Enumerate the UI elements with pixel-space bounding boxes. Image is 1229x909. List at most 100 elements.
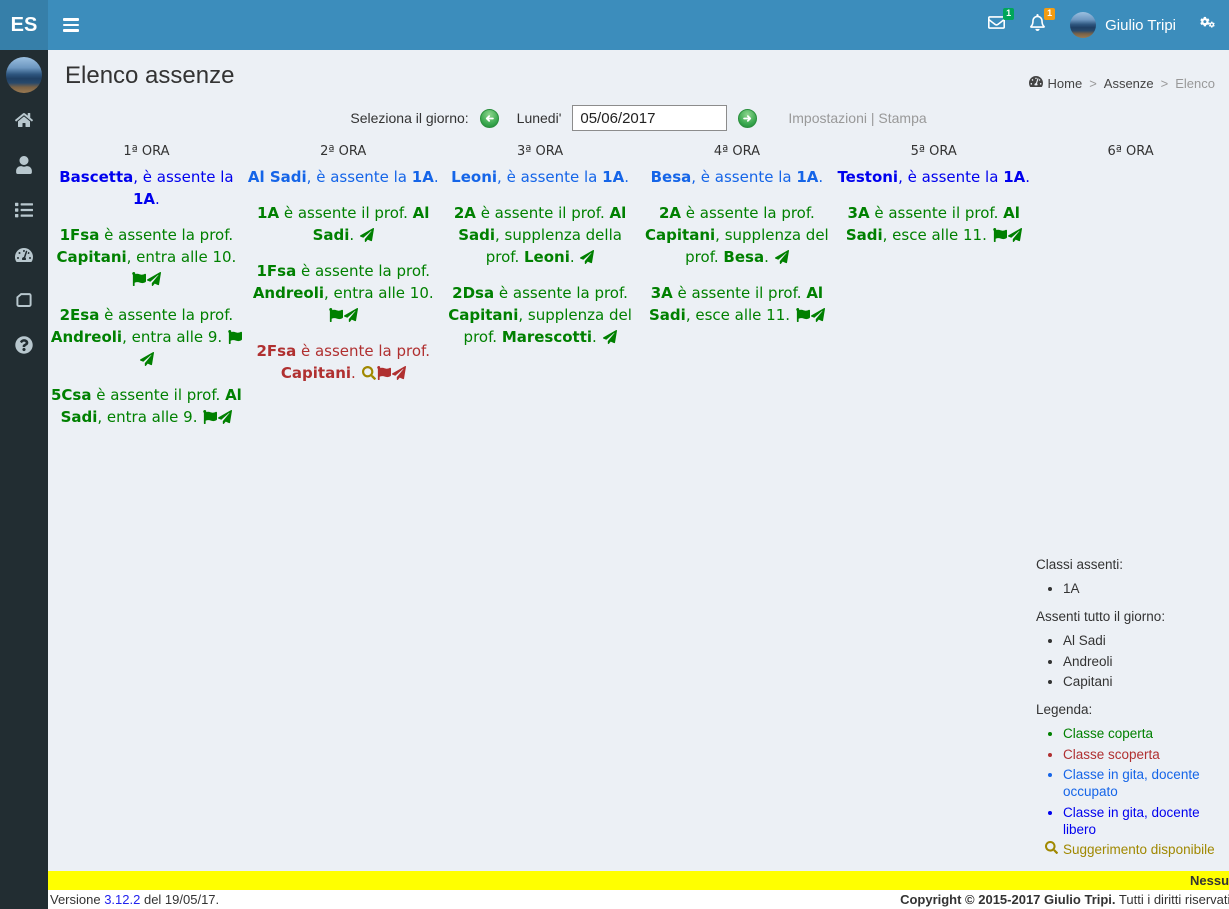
hour-title: 5ª ORA — [837, 144, 1030, 159]
hour-title: 2ª ORA — [247, 144, 440, 159]
absence-entry: 2Dsa è assente la prof. Capitani, supple… — [444, 282, 637, 348]
content-area: Elenco assenze Home > Assenze > Elenco S… — [48, 50, 1229, 871]
search-icon[interactable] — [361, 364, 376, 382]
flag-icon[interactable] — [227, 328, 242, 346]
absence-entry: Bascetta, è assente la 1A. — [50, 166, 243, 210]
version-info: Versione 3.12.2 del 19/05/17. — [50, 892, 219, 907]
day-toolbar: Seleziona il giorno: Lunedi' Impostazion… — [48, 105, 1229, 131]
breadcrumb: Home > Assenze > Elenco — [1029, 75, 1216, 91]
print-link[interactable]: Stampa — [878, 110, 926, 126]
version-suffix: del 19/05/17. — [140, 892, 219, 907]
user-menu[interactable]: Giulio Tripi — [1058, 0, 1188, 50]
toolbar-links: Impostazioni | Stampa — [788, 110, 926, 126]
select-day-label: Seleziona il giorno: — [350, 110, 468, 126]
ticker-text: Nessun — [1190, 873, 1229, 888]
flag-icon[interactable] — [376, 364, 391, 382]
sidebar-toggle-icon[interactable] — [63, 15, 79, 35]
absent-classes-list: 1A — [1036, 580, 1229, 597]
previous-day-button[interactable] — [480, 109, 499, 128]
plane-icon[interactable] — [810, 306, 825, 324]
summary-panel: Classi assenti: 1A Assenti tutto il gior… — [1036, 547, 1229, 858]
absence-entry: 3A è assente il prof. Al Sadi, esce alle… — [640, 282, 833, 326]
absence-entry: 2A è assente il prof. Al Sadi, supplenza… — [444, 202, 637, 268]
legend-title: Legenda: — [1036, 701, 1229, 718]
absent-class-item: 1A — [1063, 580, 1229, 597]
breadcrumb-separator: > — [1089, 76, 1097, 91]
plane-icon[interactable] — [774, 248, 789, 266]
breadcrumb-home[interactable]: Home — [1048, 76, 1083, 91]
hour-column: 3ª ORALeoni, è assente la 1A.2A è assent… — [442, 144, 639, 442]
sidebar — [0, 50, 48, 909]
plane-icon[interactable] — [602, 328, 617, 346]
absent-all-day-title: Assenti tutto il giorno: — [1036, 608, 1229, 625]
flag-icon[interactable] — [131, 270, 146, 288]
copyright: Copyright © 2015-2017 Giulio Tripi. Tutt… — [900, 892, 1229, 907]
messages-badge: 1 — [1003, 8, 1014, 20]
dashboard-icon — [15, 246, 33, 264]
plane-icon[interactable] — [343, 306, 358, 324]
legend-suggestion: Suggerimento disponibile — [1045, 841, 1229, 858]
arrow-left-icon — [484, 113, 495, 124]
copyright-rest: Tutti i diritti riservati. — [1116, 892, 1229, 907]
hour-column: 2ª ORAAl Sadi, è assente la 1A.1A è asse… — [245, 144, 442, 442]
sidebar-user-avatar[interactable] — [6, 57, 42, 93]
absent-all-day-list: Al SadiAndreoliCapitani — [1036, 632, 1229, 690]
hour-title: 1ª ORA — [50, 144, 243, 159]
list-icon — [15, 201, 33, 219]
sidebar-item-home[interactable] — [0, 97, 48, 142]
flag-icon[interactable] — [202, 408, 217, 426]
hour-title: 4ª ORA — [640, 144, 833, 159]
plane-icon[interactable] — [217, 408, 232, 426]
flag-icon[interactable] — [992, 226, 1007, 244]
flag-icon[interactable] — [328, 306, 343, 324]
plane-icon[interactable] — [1007, 226, 1022, 244]
absence-entry: 2Fsa è assente la prof. Capitani. — [247, 340, 440, 384]
legend-item-gita_libero: Classe in gita, docente libero — [1063, 804, 1229, 838]
suggestion-label: Suggerimento disponibile — [1063, 841, 1215, 858]
absence-entry: 1A è assente il prof. Al Sadi. — [247, 202, 440, 246]
device-icon — [15, 291, 33, 309]
news-ticker: Nessun — [48, 871, 1229, 890]
absence-entry: 2Esa è assente la prof. Andreoli, entra … — [50, 304, 243, 370]
messages-button[interactable]: 1 — [976, 0, 1017, 50]
version-link[interactable]: 3.12.2 — [104, 892, 140, 907]
next-day-button[interactable] — [738, 109, 757, 128]
breadcrumb-assenze[interactable]: Assenze — [1104, 76, 1154, 91]
hours-grid: 1ª ORA Bascetta, è assente la 1A. 1Fsa è a… — [48, 144, 1229, 442]
legend-item-scoperta: Classe scoperta — [1063, 746, 1229, 763]
app-logo[interactable]: ES — [0, 0, 48, 50]
plane-icon[interactable] — [579, 248, 594, 266]
breadcrumb-separator: > — [1161, 76, 1169, 91]
sidebar-item-help[interactable] — [0, 322, 48, 367]
sidebar-item-user[interactable] — [0, 142, 48, 187]
plane-icon[interactable] — [391, 364, 406, 382]
version-prefix: Versione — [50, 892, 104, 907]
links-separator: | — [871, 110, 875, 126]
settings-button[interactable] — [1188, 0, 1229, 50]
gears-icon — [1200, 14, 1217, 36]
sidebar-item-device[interactable] — [0, 277, 48, 322]
user-name: Giulio Tripi — [1105, 17, 1176, 34]
absence-entry: 1Fsa è assente la prof. Andreoli, entra … — [247, 260, 440, 326]
sidebar-item-list[interactable] — [0, 187, 48, 232]
hour-title: 6ª ORA — [1034, 144, 1227, 159]
absence-entry: 5Csa è assente il prof. Al Sadi, entra a… — [50, 384, 243, 428]
notifications-button[interactable]: 1 — [1017, 0, 1058, 50]
plane-icon[interactable] — [139, 350, 154, 368]
plane-icon[interactable] — [146, 270, 161, 288]
settings-link[interactable]: Impostazioni — [788, 110, 867, 126]
user-icon — [15, 156, 33, 174]
flag-icon[interactable] — [795, 306, 810, 324]
sidebar-item-dashboard[interactable] — [0, 232, 48, 277]
hour-column: 1ª ORABascetta, è assente la 1A.1Fsa è a… — [48, 144, 245, 442]
hour-column: 4ª ORABesa, è assente la 1A.2A è assente… — [638, 144, 835, 442]
help-icon — [15, 336, 33, 354]
hour-title: 3ª ORA — [444, 144, 637, 159]
date-input[interactable] — [572, 105, 727, 131]
user-avatar — [1070, 12, 1096, 38]
legend-item-coperta: Classe coperta — [1063, 725, 1229, 742]
absent-classes-title: Classi assenti: — [1036, 556, 1229, 573]
home-icon — [15, 111, 33, 129]
plane-icon[interactable] — [359, 226, 374, 244]
sidebar-nav — [0, 97, 48, 367]
